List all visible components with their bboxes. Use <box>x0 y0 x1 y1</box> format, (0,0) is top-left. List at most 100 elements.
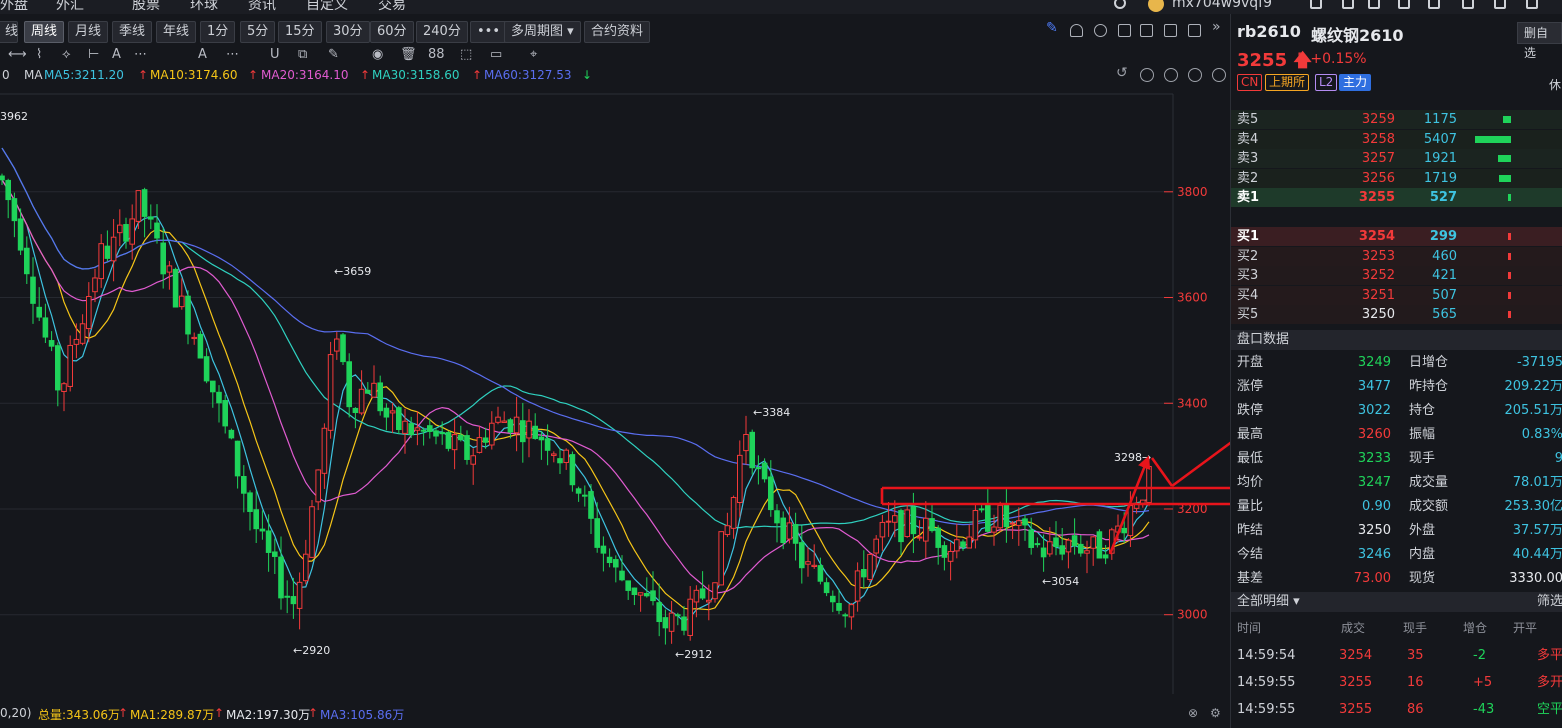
bid-row[interactable]: 买4 3251 507 <box>1231 285 1562 305</box>
menu-item-foreign-futures[interactable]: 外盘 <box>0 0 28 14</box>
pitchfork-icon[interactable]: A <box>112 47 121 62</box>
brush-icon[interactable]: ✎ <box>328 47 339 62</box>
text-tool-icon[interactable]: A <box>198 47 207 62</box>
settings-icon[interactable] <box>1212 68 1226 82</box>
candle-body <box>216 391 222 404</box>
menu-item-news[interactable]: 资讯 <box>248 0 276 14</box>
magnet-icon[interactable]: U <box>270 47 280 62</box>
grid-icon[interactable]: 88 <box>428 47 445 62</box>
zoom-in-icon[interactable] <box>1140 68 1154 82</box>
trade-qty: 35 <box>1407 648 1424 663</box>
bid-row[interactable]: 买3 3252 421 <box>1231 266 1562 285</box>
ask-volume-bar <box>1498 155 1511 162</box>
volume-settings-icon[interactable]: ⚙ <box>1210 706 1221 720</box>
measure-icon[interactable]: ⋯ <box>134 47 147 62</box>
market-data-header[interactable]: 盘口数据 <box>1231 330 1562 350</box>
fullscreen-icon[interactable] <box>1188 24 1201 37</box>
copy-icon[interactable] <box>1140 24 1153 37</box>
trade-detail-header[interactable]: 全部明细 ▾ 筛选 <box>1231 592 1562 612</box>
candle-body <box>724 525 731 536</box>
price-tick-label: 3600 <box>1177 291 1208 305</box>
candle-body <box>371 382 377 398</box>
period-60min-button[interactable]: 60分 <box>370 21 414 43</box>
avatar[interactable] <box>1148 0 1164 12</box>
trade-qty: 16 <box>1407 675 1424 690</box>
ask-row[interactable]: 卖2 3256 1719 <box>1231 168 1562 188</box>
group-icon[interactable]: ⧉ <box>298 47 307 62</box>
monitor-icon[interactable] <box>1342 0 1354 9</box>
menu-item-trade[interactable]: 交易 <box>378 0 406 14</box>
contract-info-button[interactable]: 合约资料 <box>584 21 651 43</box>
close-icon[interactable] <box>1526 0 1538 9</box>
close-indicator-icon[interactable] <box>1188 68 1202 82</box>
ray-icon[interactable]: ⌇ <box>36 47 42 62</box>
zoom-out-icon[interactable] <box>1164 68 1178 82</box>
candlestick-chart[interactable]: 30003200340036003800 3962←3659←2920←3384… <box>0 84 1230 694</box>
cloud-icon[interactable] <box>1094 24 1107 37</box>
bid-row[interactable]: 买1 3254 299 <box>1231 227 1562 246</box>
period-5min-button[interactable]: 5分 <box>240 21 276 43</box>
period-year-button[interactable]: 年线 <box>156 21 197 43</box>
pen-icon[interactable]: ✎ <box>1046 20 1059 36</box>
market-key: 均价 <box>1237 475 1264 490</box>
more-tools-icon[interactable]: ⋯ <box>226 47 239 62</box>
ask-row[interactable]: 卖5 3259 1175 <box>1231 110 1562 129</box>
period-15min-button[interactable]: 15分 <box>278 21 322 43</box>
menu-item-custom[interactable]: 自定义 <box>306 0 348 14</box>
remove-watchlist-button[interactable]: 删自选 <box>1517 22 1562 60</box>
ma5-value: MA5:3211.20 <box>44 68 124 82</box>
menu-item-forex[interactable]: 外汇 <box>56 0 84 14</box>
ask-row[interactable]: 卖1 3255 527 <box>1231 188 1562 207</box>
period-day-button[interactable]: 线 <box>0 21 18 43</box>
layers-icon[interactable] <box>1310 0 1322 9</box>
visibility-icon[interactable]: ◉ <box>372 47 383 62</box>
more-periods-button[interactable]: ••• <box>470 21 508 43</box>
candle-body <box>135 190 142 222</box>
play-icon[interactable] <box>1368 0 1380 9</box>
period-30min-button[interactable]: 30分 <box>326 21 370 43</box>
ask-row[interactable]: 卖4 3258 5407 <box>1231 129 1562 149</box>
undo-icon[interactable]: ↺ <box>1116 65 1130 81</box>
volume-legend: 0,20) 总量:343.06万 ↑ MA1:289.87万 ↑ MA2:197… <box>0 706 1230 722</box>
bell-icon[interactable] <box>1070 24 1083 37</box>
mail-icon[interactable] <box>1398 0 1410 9</box>
robot-icon[interactable] <box>1114 0 1126 9</box>
bid-qty: 565 <box>1432 307 1457 322</box>
bid-row[interactable]: 买5 3250 565 <box>1231 305 1562 324</box>
trend-line-icon[interactable]: ⟷ <box>8 47 27 62</box>
period-1min-button[interactable]: 1分 <box>200 21 236 43</box>
multi-period-dropdown[interactable]: 多周期图 ▾ <box>504 21 581 43</box>
menu-item-global[interactable]: 环球 <box>190 0 218 14</box>
candle-body <box>36 306 43 318</box>
candle-body <box>780 517 787 543</box>
restore-icon[interactable] <box>1494 0 1506 9</box>
minimize-icon[interactable] <box>1462 0 1474 9</box>
bid-volume-bar <box>1508 233 1511 240</box>
fib-icon[interactable]: ⊢ <box>88 47 99 62</box>
shirt-icon[interactable] <box>1428 0 1440 9</box>
period-240min-button[interactable]: 240分 <box>416 21 468 43</box>
trade-detail-title[interactable]: 全部明细 ▾ <box>1237 592 1300 612</box>
comment-icon[interactable]: ▭ <box>490 47 502 62</box>
username[interactable]: mx704w9vqf9 <box>1172 0 1272 11</box>
trash-icon[interactable]: 🗑 <box>400 47 417 62</box>
close-volume-icon[interactable]: ⊗ <box>1188 706 1198 720</box>
layout-icon[interactable] <box>1164 24 1177 37</box>
period-week-button[interactable]: 周线 <box>24 21 65 43</box>
ask-row[interactable]: 卖3 3257 1921 <box>1231 149 1562 168</box>
collapse-panel-icon[interactable]: » <box>1212 19 1225 35</box>
ask-qty: 527 <box>1429 190 1457 205</box>
filter-button[interactable]: 筛选 <box>1537 592 1562 612</box>
channel-icon[interactable]: ⟡ <box>62 47 71 62</box>
bid-volume-bar <box>1507 311 1511 318</box>
bid-row[interactable]: 买2 3253 460 <box>1231 246 1562 266</box>
candle-body <box>470 455 476 465</box>
eraser-icon[interactable]: ⌖ <box>530 47 537 62</box>
menu-item-stocks[interactable]: 股票 <box>132 0 160 14</box>
export-icon[interactable]: ⬚ <box>460 47 472 62</box>
period-month-button[interactable]: 月线 <box>68 21 109 43</box>
candle-body <box>154 222 160 239</box>
camera-icon[interactable] <box>1118 24 1131 37</box>
candle-body <box>619 570 625 581</box>
period-quarter-button[interactable]: 季线 <box>112 21 153 43</box>
